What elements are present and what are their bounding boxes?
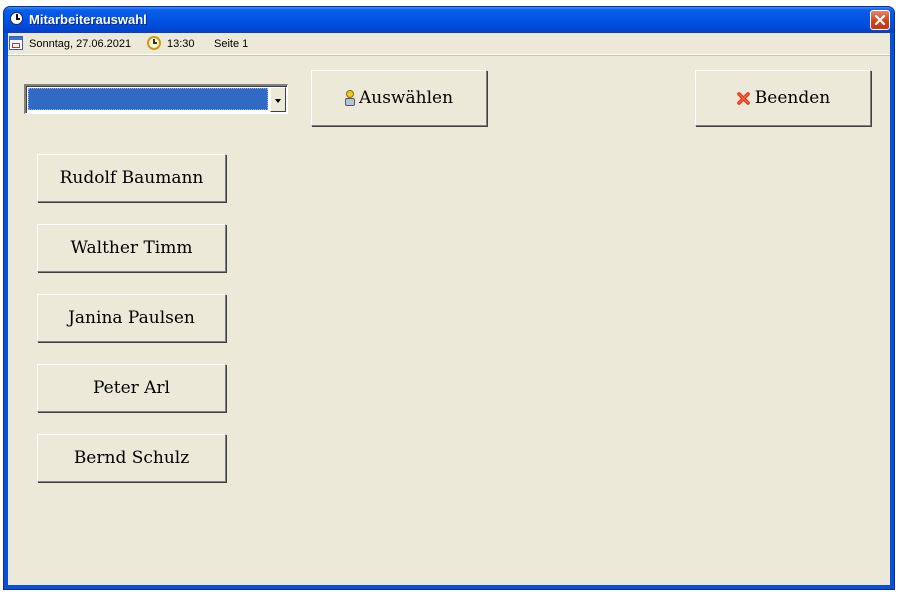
employee-button-5[interactable]: Bernd Schulz — [37, 434, 226, 482]
select-button-label: Auswählen — [358, 88, 454, 108]
employee-combobox[interactable] — [24, 84, 288, 114]
calendar-icon — [9, 36, 23, 50]
close-icon — [874, 14, 886, 26]
title-bar[interactable]: Mitarbeiterauswahl — [4, 7, 894, 33]
window-clock-icon — [10, 12, 23, 25]
red-x-icon — [736, 91, 750, 105]
close-button[interactable] — [870, 10, 890, 30]
quit-button-label: Beenden — [754, 88, 831, 108]
status-date: Sonntag, 27.06.2021 — [29, 38, 132, 50]
employee-button-1[interactable]: Rudolf Baumann — [37, 154, 226, 202]
quit-button[interactable]: Beenden — [695, 70, 871, 126]
window-title: Mitarbeiterauswahl — [29, 12, 147, 27]
chevron-down-icon[interactable] — [270, 87, 286, 112]
select-button[interactable]: Auswählen — [311, 70, 487, 126]
status-page: Seite 1 — [214, 38, 249, 50]
client-area: Sonntag, 27.06.2021 13:30 Seite 1 Auswäh… — [8, 33, 890, 585]
combobox-value[interactable] — [28, 88, 268, 110]
employee-button-2[interactable]: Walther Timm — [37, 224, 226, 272]
clock-icon — [147, 36, 161, 50]
user-icon — [344, 89, 355, 107]
status-time: 13:30 — [167, 38, 195, 50]
main-window: Mitarbeiterauswahl Sonntag, 27.06.2021 1… — [3, 6, 895, 590]
employee-button-4[interactable]: Peter Arl — [37, 364, 226, 412]
employee-button-3[interactable]: Janina Paulsen — [37, 294, 226, 342]
status-bar: Sonntag, 27.06.2021 13:30 Seite 1 — [8, 33, 890, 55]
